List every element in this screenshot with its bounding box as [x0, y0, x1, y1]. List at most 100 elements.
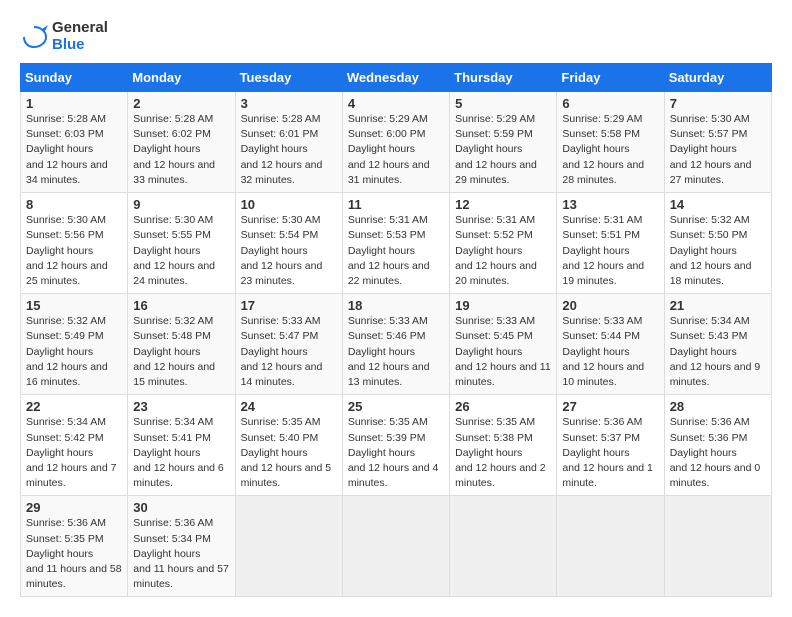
calendar-cell: 8 Sunrise: 5:30 AMSunset: 5:56 PMDayligh…	[21, 193, 128, 294]
logo-bird-icon	[20, 23, 48, 51]
day-number: 24	[241, 399, 337, 414]
calendar-cell	[342, 496, 449, 597]
day-info: Sunrise: 5:35 AMSunset: 5:39 PMDaylight …	[348, 416, 439, 489]
day-number: 12	[455, 197, 551, 212]
day-info: Sunrise: 5:36 AMSunset: 5:35 PMDaylight …	[26, 517, 122, 590]
column-header-friday: Friday	[557, 64, 664, 92]
day-info: Sunrise: 5:34 AMSunset: 5:41 PMDaylight …	[133, 416, 224, 489]
column-header-saturday: Saturday	[664, 64, 771, 92]
day-info: Sunrise: 5:32 AMSunset: 5:49 PMDaylight …	[26, 315, 108, 388]
calendar-cell: 6 Sunrise: 5:29 AMSunset: 5:58 PMDayligh…	[557, 92, 664, 193]
calendar-cell: 23 Sunrise: 5:34 AMSunset: 5:41 PMDaylig…	[128, 395, 235, 496]
day-number: 7	[670, 96, 766, 111]
day-info: Sunrise: 5:34 AMSunset: 5:43 PMDaylight …	[670, 315, 761, 388]
calendar-cell: 21 Sunrise: 5:34 AMSunset: 5:43 PMDaylig…	[664, 294, 771, 395]
calendar-cell: 9 Sunrise: 5:30 AMSunset: 5:55 PMDayligh…	[128, 193, 235, 294]
day-number: 17	[241, 298, 337, 313]
calendar-cell: 25 Sunrise: 5:35 AMSunset: 5:39 PMDaylig…	[342, 395, 449, 496]
day-info: Sunrise: 5:33 AMSunset: 5:44 PMDaylight …	[562, 315, 644, 388]
calendar-cell: 11 Sunrise: 5:31 AMSunset: 5:53 PMDaylig…	[342, 193, 449, 294]
calendar-cell	[235, 496, 342, 597]
calendar-row: 1 Sunrise: 5:28 AMSunset: 6:03 PMDayligh…	[21, 92, 772, 193]
calendar-cell: 19 Sunrise: 5:33 AMSunset: 5:45 PMDaylig…	[450, 294, 557, 395]
day-number: 19	[455, 298, 551, 313]
calendar-cell: 10 Sunrise: 5:30 AMSunset: 5:54 PMDaylig…	[235, 193, 342, 294]
day-info: Sunrise: 5:32 AMSunset: 5:50 PMDaylight …	[670, 214, 752, 287]
calendar-cell: 18 Sunrise: 5:33 AMSunset: 5:46 PMDaylig…	[342, 294, 449, 395]
day-number: 11	[348, 197, 444, 212]
day-info: Sunrise: 5:29 AMSunset: 6:00 PMDaylight …	[348, 113, 430, 186]
calendar-cell: 15 Sunrise: 5:32 AMSunset: 5:49 PMDaylig…	[21, 294, 128, 395]
page-header: General Blue	[20, 20, 772, 53]
day-number: 3	[241, 96, 337, 111]
logo: General Blue	[20, 20, 108, 53]
day-number: 15	[26, 298, 122, 313]
calendar-cell: 27 Sunrise: 5:36 AMSunset: 5:37 PMDaylig…	[557, 395, 664, 496]
calendar-cell: 5 Sunrise: 5:29 AMSunset: 5:59 PMDayligh…	[450, 92, 557, 193]
day-number: 14	[670, 197, 766, 212]
day-info: Sunrise: 5:36 AMSunset: 5:37 PMDaylight …	[562, 416, 653, 489]
column-header-thursday: Thursday	[450, 64, 557, 92]
day-info: Sunrise: 5:31 AMSunset: 5:53 PMDaylight …	[348, 214, 430, 287]
day-info: Sunrise: 5:30 AMSunset: 5:54 PMDaylight …	[241, 214, 323, 287]
calendar-cell: 22 Sunrise: 5:34 AMSunset: 5:42 PMDaylig…	[21, 395, 128, 496]
calendar-cell	[664, 496, 771, 597]
day-number: 28	[670, 399, 766, 414]
day-number: 10	[241, 197, 337, 212]
calendar-cell: 26 Sunrise: 5:35 AMSunset: 5:38 PMDaylig…	[450, 395, 557, 496]
calendar-row: 8 Sunrise: 5:30 AMSunset: 5:56 PMDayligh…	[21, 193, 772, 294]
day-number: 30	[133, 500, 229, 515]
day-info: Sunrise: 5:34 AMSunset: 5:42 PMDaylight …	[26, 416, 117, 489]
day-info: Sunrise: 5:31 AMSunset: 5:52 PMDaylight …	[455, 214, 537, 287]
day-number: 20	[562, 298, 658, 313]
calendar-table: SundayMondayTuesdayWednesdayThursdayFrid…	[20, 63, 772, 597]
column-header-sunday: Sunday	[21, 64, 128, 92]
day-info: Sunrise: 5:28 AMSunset: 6:02 PMDaylight …	[133, 113, 215, 186]
calendar-cell: 28 Sunrise: 5:36 AMSunset: 5:36 PMDaylig…	[664, 395, 771, 496]
calendar-cell: 12 Sunrise: 5:31 AMSunset: 5:52 PMDaylig…	[450, 193, 557, 294]
day-number: 25	[348, 399, 444, 414]
day-info: Sunrise: 5:35 AMSunset: 5:40 PMDaylight …	[241, 416, 332, 489]
calendar-cell: 1 Sunrise: 5:28 AMSunset: 6:03 PMDayligh…	[21, 92, 128, 193]
day-number: 13	[562, 197, 658, 212]
day-info: Sunrise: 5:30 AMSunset: 5:55 PMDaylight …	[133, 214, 215, 287]
calendar-row: 22 Sunrise: 5:34 AMSunset: 5:42 PMDaylig…	[21, 395, 772, 496]
calendar-cell: 16 Sunrise: 5:32 AMSunset: 5:48 PMDaylig…	[128, 294, 235, 395]
column-header-wednesday: Wednesday	[342, 64, 449, 92]
column-header-monday: Monday	[128, 64, 235, 92]
day-number: 2	[133, 96, 229, 111]
day-number: 16	[133, 298, 229, 313]
day-info: Sunrise: 5:33 AMSunset: 5:47 PMDaylight …	[241, 315, 323, 388]
calendar-cell: 17 Sunrise: 5:33 AMSunset: 5:47 PMDaylig…	[235, 294, 342, 395]
logo-blue: Blue	[52, 37, 108, 54]
logo-general: General	[52, 20, 108, 37]
day-number: 26	[455, 399, 551, 414]
calendar-cell: 3 Sunrise: 5:28 AMSunset: 6:01 PMDayligh…	[235, 92, 342, 193]
day-info: Sunrise: 5:36 AMSunset: 5:34 PMDaylight …	[133, 517, 229, 590]
day-info: Sunrise: 5:36 AMSunset: 5:36 PMDaylight …	[670, 416, 761, 489]
day-number: 8	[26, 197, 122, 212]
day-info: Sunrise: 5:30 AMSunset: 5:57 PMDaylight …	[670, 113, 752, 186]
calendar-cell: 30 Sunrise: 5:36 AMSunset: 5:34 PMDaylig…	[128, 496, 235, 597]
column-header-tuesday: Tuesday	[235, 64, 342, 92]
day-number: 5	[455, 96, 551, 111]
calendar-cell: 13 Sunrise: 5:31 AMSunset: 5:51 PMDaylig…	[557, 193, 664, 294]
day-number: 29	[26, 500, 122, 515]
day-info: Sunrise: 5:30 AMSunset: 5:56 PMDaylight …	[26, 214, 108, 287]
day-number: 6	[562, 96, 658, 111]
calendar-cell: 29 Sunrise: 5:36 AMSunset: 5:35 PMDaylig…	[21, 496, 128, 597]
calendar-cell: 2 Sunrise: 5:28 AMSunset: 6:02 PMDayligh…	[128, 92, 235, 193]
calendar-cell	[557, 496, 664, 597]
day-info: Sunrise: 5:28 AMSunset: 6:01 PMDaylight …	[241, 113, 323, 186]
day-info: Sunrise: 5:33 AMSunset: 5:45 PMDaylight …	[455, 315, 551, 388]
day-info: Sunrise: 5:28 AMSunset: 6:03 PMDaylight …	[26, 113, 108, 186]
day-info: Sunrise: 5:31 AMSunset: 5:51 PMDaylight …	[562, 214, 644, 287]
day-info: Sunrise: 5:35 AMSunset: 5:38 PMDaylight …	[455, 416, 546, 489]
day-info: Sunrise: 5:32 AMSunset: 5:48 PMDaylight …	[133, 315, 215, 388]
calendar-cell	[450, 496, 557, 597]
day-number: 18	[348, 298, 444, 313]
calendar-cell: 24 Sunrise: 5:35 AMSunset: 5:40 PMDaylig…	[235, 395, 342, 496]
calendar-row: 15 Sunrise: 5:32 AMSunset: 5:49 PMDaylig…	[21, 294, 772, 395]
day-number: 22	[26, 399, 122, 414]
calendar-cell: 7 Sunrise: 5:30 AMSunset: 5:57 PMDayligh…	[664, 92, 771, 193]
